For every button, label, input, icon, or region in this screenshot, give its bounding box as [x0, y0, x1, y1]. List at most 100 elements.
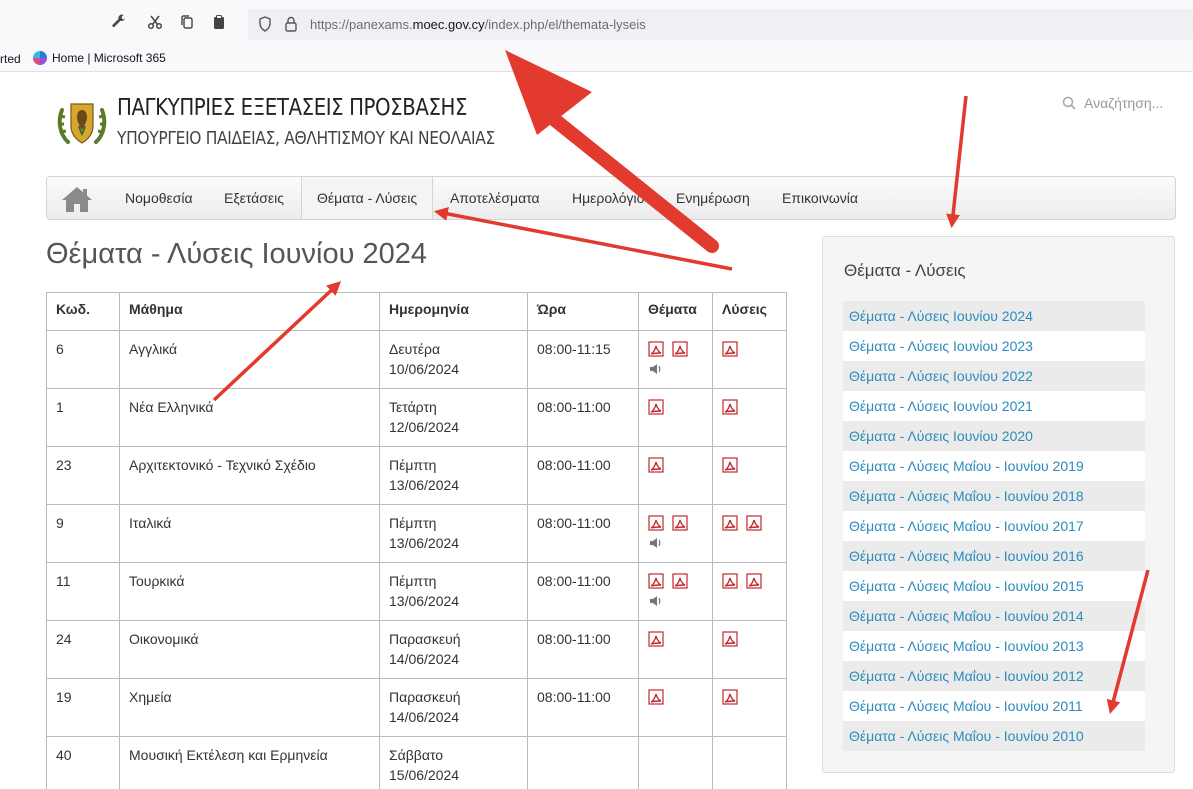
bookmark-microsoft-365[interactable]: Home | Microsoft 365 [33, 51, 166, 65]
copy-icon[interactable] [178, 14, 196, 32]
pdf-icon[interactable] [648, 457, 664, 473]
pdf-icon[interactable] [722, 631, 738, 647]
search-box[interactable]: Αναζήτηση... [1062, 95, 1163, 111]
nav-item-papers-solutions[interactable]: Θέματα - Λύσεις [301, 177, 434, 219]
time-text: 08:00-11:00 [537, 573, 611, 589]
sidebar-link[interactable]: Θέματα - Λύσεις Ιουνίου 2021 [843, 391, 1145, 421]
nav-item-calendar[interactable]: Ημερολόγιο [572, 177, 644, 219]
time-text: 08:00-11:00 [537, 515, 611, 531]
nav-item-results[interactable]: Αποτελέσματα [450, 177, 540, 219]
day-text: Παρασκευή [389, 689, 461, 705]
day-text: Πέμπτη [389, 457, 437, 473]
home-icon[interactable] [61, 185, 93, 213]
time-text: 08:00-11:00 [537, 631, 611, 647]
pdf-icon[interactable] [722, 689, 738, 705]
pdf-icon[interactable] [648, 341, 664, 357]
sidebar-title: Θέματα - Λύσεις [844, 261, 966, 280]
sidebar-link[interactable]: Θέματα - Λύσεις Μαΐου - Ιουνίου 2016 [843, 541, 1145, 571]
cell-papers [638, 330, 713, 389]
cell-date: Πέμπτη 13/06/2024 [379, 504, 528, 563]
sidebar-link[interactable]: Θέματα - Λύσεις Ιουνίου 2023 [843, 331, 1145, 361]
page-title: Θέματα - Λύσεις Ιουνίου 2024 [46, 238, 428, 270]
cell-code: 11 [46, 562, 120, 621]
sidebar-link[interactable]: Θέματα - Λύσεις Μαΐου - Ιουνίου 2018 [843, 481, 1145, 511]
cell-papers [638, 620, 713, 679]
pdf-icon[interactable] [722, 457, 738, 473]
cell-solutions [712, 330, 787, 389]
pdf-icon[interactable] [722, 573, 738, 589]
sidebar-link[interactable]: Θέματα - Λύσεις Μαΐου - Ιουνίου 2011 [843, 691, 1145, 721]
audio-icon[interactable] [648, 593, 662, 607]
table-row: 11 Τουρκικά Πέμπτη 13/06/2024 08:00-11:00 [46, 562, 787, 621]
audio-icon[interactable] [648, 535, 662, 549]
table-row: 23 Αρχιτεκτονικό - Τεχνικό Σχέδιο Πέμπτη 13… [46, 446, 787, 505]
nav-item-contact[interactable]: Επικοινωνία [782, 177, 858, 219]
nav-item-legislation[interactable]: Νομοθεσία [125, 177, 193, 219]
cell-papers [638, 446, 713, 505]
cell-subject: Οικονομικά [119, 620, 380, 679]
cell-solutions [712, 446, 787, 505]
cell-date: Παρασκευή 14/06/2024 [379, 678, 528, 737]
annotation-arrow [433, 206, 733, 271]
sidebar-link[interactable]: Θέματα - Λύσεις Μαΐου - Ιουνίου 2019 [843, 451, 1145, 481]
sidebar-link[interactable]: Θέματα - Λύσεις Μαΐου - Ιουνίου 2014 [843, 601, 1145, 631]
pdf-icon[interactable] [648, 689, 664, 705]
pdf-icon[interactable] [746, 573, 762, 589]
subject-text: Μουσική Εκτέλεση και Ερμηνεία [129, 747, 328, 763]
sidebar-link[interactable]: Θέματα - Λύσεις Μαΐου - Ιουνίου 2017 [843, 511, 1145, 541]
browser-toolbar: https://panexams.moec.gov.cy/index.php/e… [0, 0, 1193, 46]
pdf-icon[interactable] [672, 515, 688, 531]
pdf-icon[interactable] [672, 573, 688, 589]
sidebar-link[interactable]: Θέματα - Λύσεις Ιουνίου 2020 [843, 421, 1145, 451]
cell-time: 08:00-11:00 [527, 504, 639, 563]
site-title[interactable]: ΠΑΓΚΥΠΡΙΕΣ ΕΞΕΤΑΣΕΙΣ ΠΡΟΣΒΑΣΗΣ [117, 95, 467, 121]
cell-subject: Τουρκικά [119, 562, 380, 621]
pdf-icon[interactable] [672, 341, 688, 357]
pdf-icon[interactable] [648, 573, 664, 589]
date-text: 14/06/2024 [389, 709, 460, 725]
sidebar-link[interactable]: Θέματα - Λύσεις Μαΐου - Ιουνίου 2013 [843, 631, 1145, 661]
address-bar[interactable]: https://panexams.moec.gov.cy/index.php/e… [248, 9, 1193, 40]
sidebar-link[interactable]: Θέματα - Λύσεις Μαΐου - Ιουνίου 2012 [843, 661, 1145, 691]
cell-date: Δευτέρα 10/06/2024 [379, 330, 528, 389]
cell-solutions [712, 620, 787, 679]
nav-item-news[interactable]: Ενημέρωση [676, 177, 750, 219]
sidebar-link[interactable]: Θέματα - Λύσεις Μαΐου - Ιουνίου 2015 [843, 571, 1145, 601]
bookmark-partial[interactable]: rted [0, 52, 21, 66]
site-subtitle: ΥΠΟΥΡΓΕΙΟ ΠΑΙΔΕΙΑΣ, ΑΘΛΗΤΙΣΜΟΥ ΚΑΙ ΝΕΟΛΑ… [117, 128, 495, 149]
scissors-icon[interactable] [146, 14, 164, 32]
cyprus-emblem-logo[interactable] [54, 96, 110, 152]
pdf-icon[interactable] [648, 515, 664, 531]
pdf-icon[interactable] [648, 399, 664, 415]
cell-papers [638, 504, 713, 563]
url-text[interactable]: https://panexams.moec.gov.cy/index.php/e… [310, 17, 646, 32]
lock-icon[interactable] [284, 15, 298, 33]
day-text: Πέμπτη [389, 573, 437, 589]
audio-icon[interactable] [648, 361, 662, 375]
date-text: 10/06/2024 [389, 361, 460, 377]
pdf-icon[interactable] [746, 515, 762, 531]
pdf-icon[interactable] [722, 341, 738, 357]
date-text: 12/06/2024 [389, 419, 460, 435]
pdf-icon[interactable] [722, 515, 738, 531]
nav-item-exams[interactable]: Εξετάσεις [224, 177, 284, 219]
shield-icon[interactable] [258, 16, 272, 32]
cell-code: 1 [46, 388, 120, 447]
cell-time: 08:00-11:00 [527, 678, 639, 737]
code-text: 40 [56, 747, 72, 763]
paste-icon[interactable] [210, 14, 228, 32]
sidebar-link[interactable]: Θέματα - Λύσεις Ιουνίου 2024 [843, 301, 1145, 331]
table-row: 40 Μουσική Εκτέλεση και Ερμηνεία Σάββατο 15… [46, 736, 787, 789]
header-subject: Μάθημα [119, 292, 380, 331]
pdf-icon[interactable] [648, 631, 664, 647]
cell-papers [638, 562, 713, 621]
pdf-icon[interactable] [722, 399, 738, 415]
cell-time: 08:00-11:00 [527, 388, 639, 447]
day-text: Δευτέρα [389, 341, 441, 357]
table-header-row: Κωδ. Μάθημα Ημερομηνία Ώρα Θέματα Λύσεις [46, 292, 787, 331]
sidebar-link[interactable]: Θέματα - Λύσεις Μαΐου - Ιουνίου 2010 [843, 721, 1145, 751]
wrench-icon[interactable] [110, 14, 128, 32]
cell-date: Πέμπτη 13/06/2024 [379, 446, 528, 505]
sidebar-link[interactable]: Θέματα - Λύσεις Ιουνίου 2022 [843, 361, 1145, 391]
microsoft-365-icon [33, 51, 47, 65]
